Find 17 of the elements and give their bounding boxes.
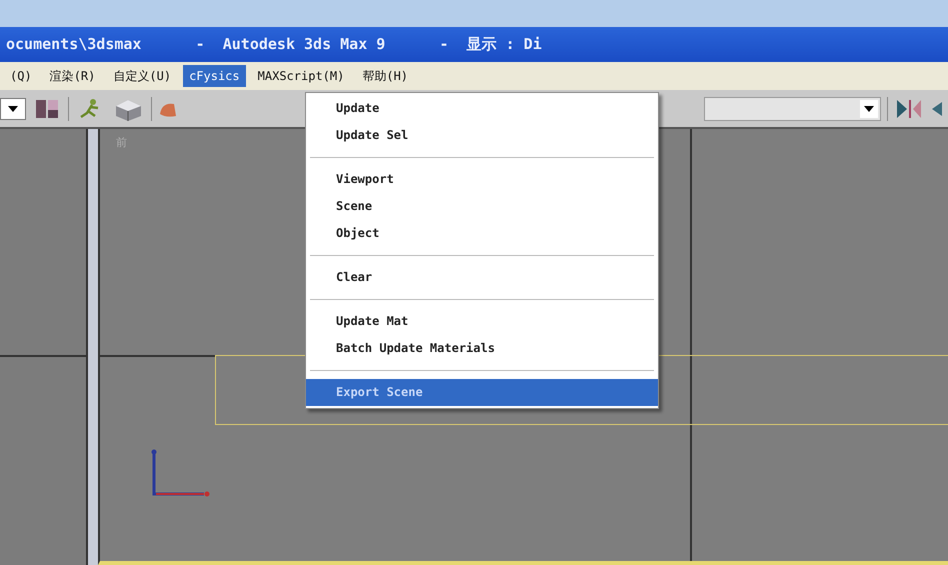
dropdown-field[interactable]	[704, 96, 881, 120]
menu-option[interactable]: Export Scene	[306, 379, 658, 406]
window-title: ocuments\3dsmax - Autodesk 3ds Max 9 - 显示 : Di	[6, 35, 542, 54]
menu-option[interactable]: Update Mat	[306, 308, 658, 335]
menu-item[interactable]: MAXScript(M)	[252, 65, 350, 87]
menu-item[interactable]: (Q)	[4, 65, 38, 87]
menu-option[interactable]: Batch Update Materials	[306, 335, 658, 362]
menu-option[interactable]: Object	[306, 220, 658, 247]
menu-option[interactable]: Viewport	[306, 166, 658, 193]
menu-item[interactable]: 自定义(U)	[107, 64, 178, 88]
menu-option[interactable]: Clear	[306, 264, 658, 291]
menu-item[interactable]: 渲染(R)	[44, 64, 102, 88]
menu-option[interactable]: Scene	[306, 193, 658, 220]
menu-option[interactable]: Update Sel	[306, 122, 658, 149]
menu-option[interactable]: Update	[306, 95, 658, 122]
menu-item[interactable]: 帮助(H)	[356, 64, 414, 88]
menu-item[interactable]: cFysics	[183, 65, 246, 87]
